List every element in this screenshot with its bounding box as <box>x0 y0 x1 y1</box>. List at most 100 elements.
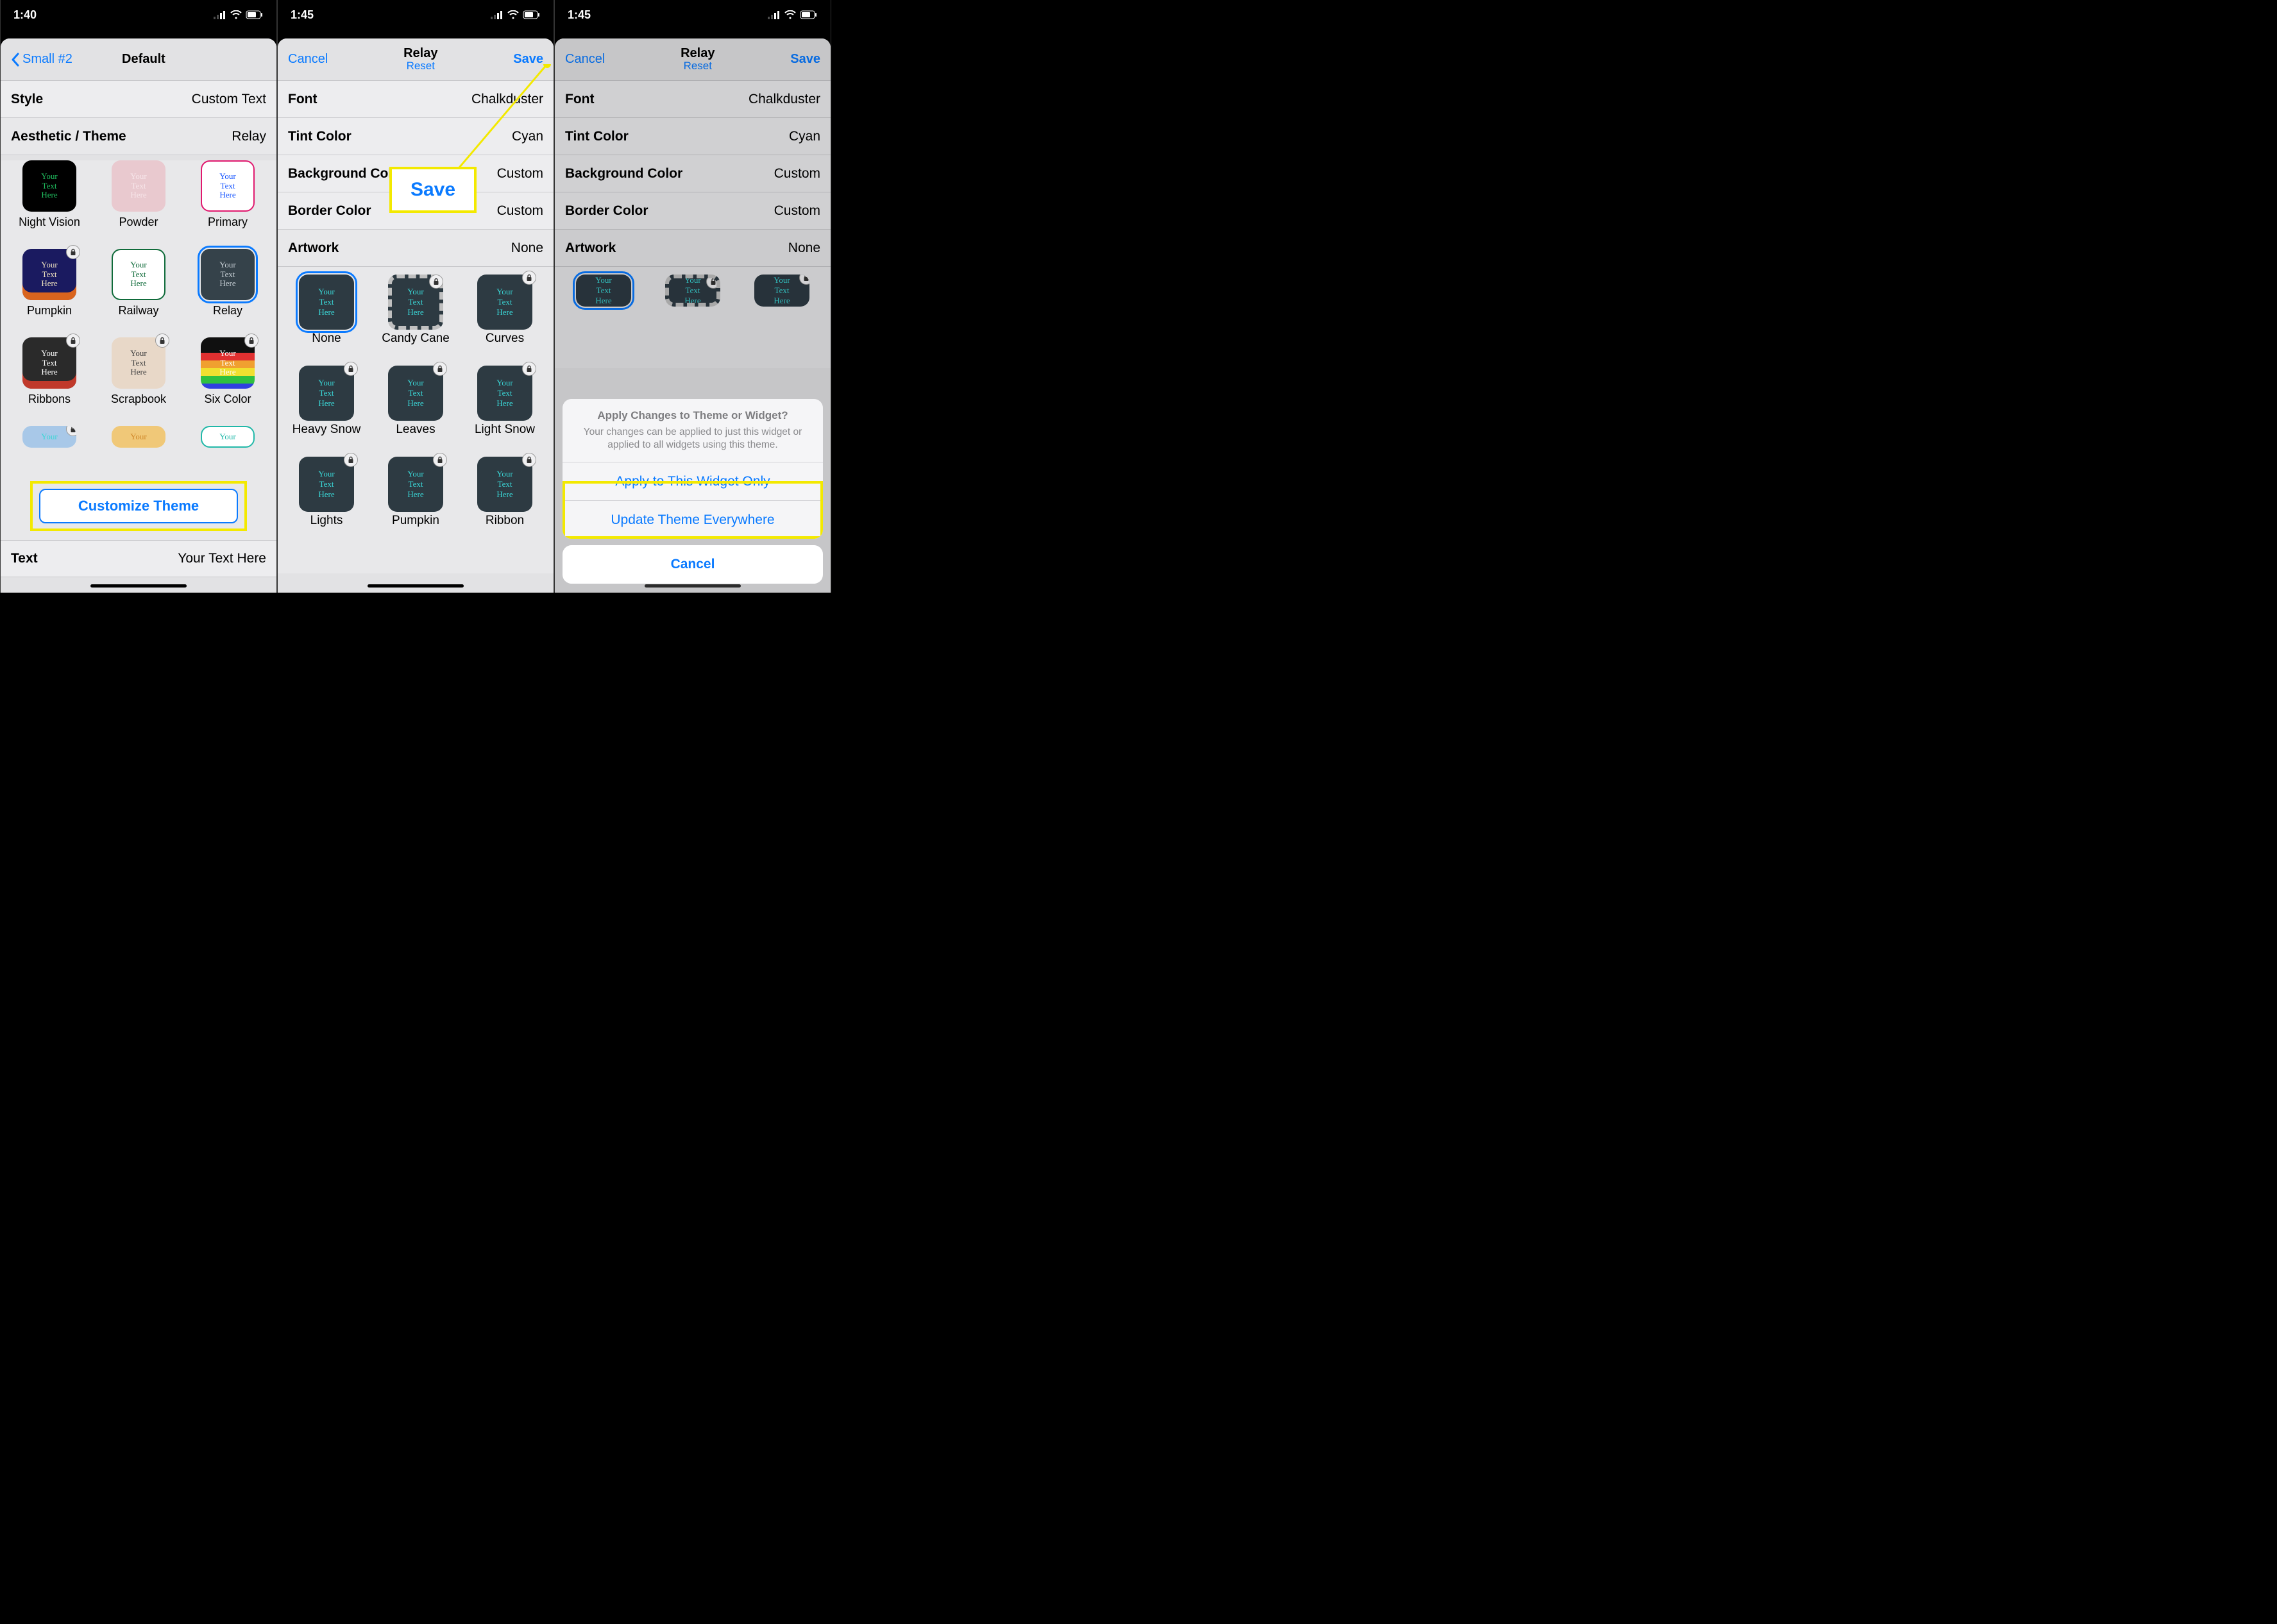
theme-label: Railway <box>100 304 177 332</box>
artwork-option[interactable]: YourTextHereRibbon <box>466 457 543 544</box>
text-row[interactable]: Text Your Text Here <box>1 540 276 577</box>
row-label: Border Color <box>565 203 648 219</box>
artwork-thumbnail: YourTextHere <box>388 457 443 512</box>
theme-option[interactable]: YourTextHere Relay <box>189 249 266 332</box>
theme-option[interactable]: YourTextHerePrimary <box>189 160 266 244</box>
artwork-option[interactable]: YourTextHereNone <box>288 275 365 362</box>
artwork-option[interactable]: YourTextHere <box>743 275 820 339</box>
status-time: 1:45 <box>568 8 591 22</box>
theme-label: Night Vision <box>11 216 88 244</box>
artwork-label: Leaves <box>377 423 454 453</box>
artwork-option[interactable]: YourTextHere <box>654 275 731 339</box>
row-label: Tint Color <box>288 129 351 144</box>
theme-thumbnail: YourTextHere <box>201 337 255 389</box>
battery-icon <box>800 10 818 19</box>
status-indicators <box>491 10 541 19</box>
artwork-label: Lights <box>288 514 365 544</box>
theme-option[interactable]: YourTextHereRailway <box>100 249 177 332</box>
theme-option[interactable]: YourTextHereRibbons <box>11 337 88 421</box>
theme-option[interactable]: YourTextHere Six Color <box>189 337 266 421</box>
border-row[interactable]: Border Color Custom <box>555 192 831 230</box>
artwork-row[interactable]: Artwork None <box>555 230 831 267</box>
cancel-button[interactable]: Cancel <box>565 52 605 66</box>
theme-label: Six Color <box>189 393 266 421</box>
lock-icon <box>344 453 358 467</box>
reset-button[interactable]: Reset <box>605 60 790 72</box>
style-row[interactable]: Style Custom Text <box>1 81 276 118</box>
lock-icon <box>522 362 536 376</box>
theme-option[interactable]: Your <box>11 426 88 480</box>
customize-theme-button[interactable]: Customize Theme <box>39 489 238 523</box>
theme-label <box>100 452 177 480</box>
artwork-option[interactable]: YourTextHerePumpkin <box>377 457 454 544</box>
artwork-thumbnail: YourTextHere <box>299 366 354 421</box>
back-button[interactable]: Small #2 <box>11 52 72 67</box>
update-theme-everywhere-button[interactable]: Update Theme Everywhere <box>563 500 823 539</box>
theme-thumbnail: YourTextHere <box>112 337 165 389</box>
row-value: Chalkduster <box>471 92 543 107</box>
phone-screen-1: 1:40 Small #2 Default Style Custom Text … <box>0 0 277 593</box>
theme-label <box>11 452 88 480</box>
lock-icon <box>66 334 80 348</box>
action-sheet-cancel-button[interactable]: Cancel <box>563 545 823 584</box>
artwork-option[interactable]: YourTextHere <box>565 275 642 339</box>
theme-label: Relay <box>189 304 266 332</box>
artwork-option[interactable]: YourTextHereCurves <box>466 275 543 362</box>
nav-bar: Cancel Relay Reset Save <box>278 38 554 81</box>
save-button[interactable]: Save <box>790 52 820 66</box>
back-label: Small #2 <box>22 52 72 67</box>
bgcolor-row[interactable]: Background Color Custom <box>555 155 831 192</box>
artwork-row[interactable]: Artwork None <box>278 230 554 267</box>
artwork-thumbnail: YourTextHere <box>477 275 532 330</box>
artwork-option[interactable]: YourTextHereLeaves <box>377 366 454 453</box>
settings-sheet: Small #2 Default Style Custom Text Aesth… <box>1 38 276 593</box>
reset-button[interactable]: Reset <box>328 60 513 72</box>
lock-icon <box>429 275 443 289</box>
font-row[interactable]: Font Chalkduster <box>278 81 554 118</box>
row-value: Custom <box>497 203 543 219</box>
theme-option[interactable]: Your <box>189 426 266 480</box>
lock-icon <box>799 275 809 285</box>
chevron-left-icon <box>11 53 20 67</box>
font-row[interactable]: Font Chalkduster <box>555 81 831 118</box>
artwork-thumbnail: YourTextHere <box>665 275 720 307</box>
artwork-grid: YourTextHereNoneYourTextHereCandy CaneYo… <box>278 267 554 573</box>
apply-widget-only-button[interactable]: Apply to This Widget Only <box>563 462 823 500</box>
status-indicators <box>768 10 818 19</box>
cellular-icon <box>491 10 504 19</box>
artwork-label <box>743 309 820 339</box>
theme-thumbnail: Your <box>22 426 76 448</box>
artwork-thumbnail: YourTextHere <box>388 275 443 330</box>
artwork-option[interactable]: YourTextHereHeavy Snow <box>288 366 365 453</box>
row-value: None <box>788 241 820 256</box>
status-indicators <box>214 10 264 19</box>
tint-row[interactable]: Tint Color Cyan <box>555 118 831 155</box>
status-time: 1:45 <box>291 8 314 22</box>
artwork-option[interactable]: YourTextHereLights <box>288 457 365 544</box>
theme-option[interactable]: YourTextHereScrapbook <box>100 337 177 421</box>
cancel-button[interactable]: Cancel <box>288 52 328 66</box>
lock-icon <box>433 362 447 376</box>
aesthetic-row[interactable]: Aesthetic / Theme Relay <box>1 118 276 155</box>
row-label: Border Color <box>288 203 371 219</box>
home-indicator <box>368 584 464 588</box>
theme-thumbnail: YourTextHere <box>22 249 76 300</box>
artwork-option[interactable]: YourTextHereCandy Cane <box>377 275 454 362</box>
artwork-label: Pumpkin <box>377 514 454 544</box>
cellular-icon <box>214 10 226 19</box>
row-label: Aesthetic / Theme <box>11 129 126 144</box>
phone-screen-3: 1:45 Cancel Relay Reset Save Font Chalkd… <box>554 0 831 593</box>
status-bar: 1:45 <box>555 0 831 30</box>
theme-option[interactable]: Your <box>100 426 177 480</box>
artwork-option[interactable]: YourTextHereLight Snow <box>466 366 543 453</box>
lock-icon <box>66 426 76 436</box>
theme-option[interactable]: YourTextHere Pumpkin <box>11 249 88 332</box>
tint-row[interactable]: Tint Color Cyan <box>278 118 554 155</box>
theme-label: Pumpkin <box>11 304 88 332</box>
theme-thumbnail: YourTextHere <box>22 337 76 389</box>
save-button[interactable]: Save <box>513 52 543 66</box>
theme-thumbnail: YourTextHere <box>201 249 255 300</box>
nav-title: Relay <box>605 46 790 61</box>
theme-option[interactable]: YourTextHerePowder <box>100 160 177 244</box>
theme-option[interactable]: YourTextHereNight Vision <box>11 160 88 244</box>
